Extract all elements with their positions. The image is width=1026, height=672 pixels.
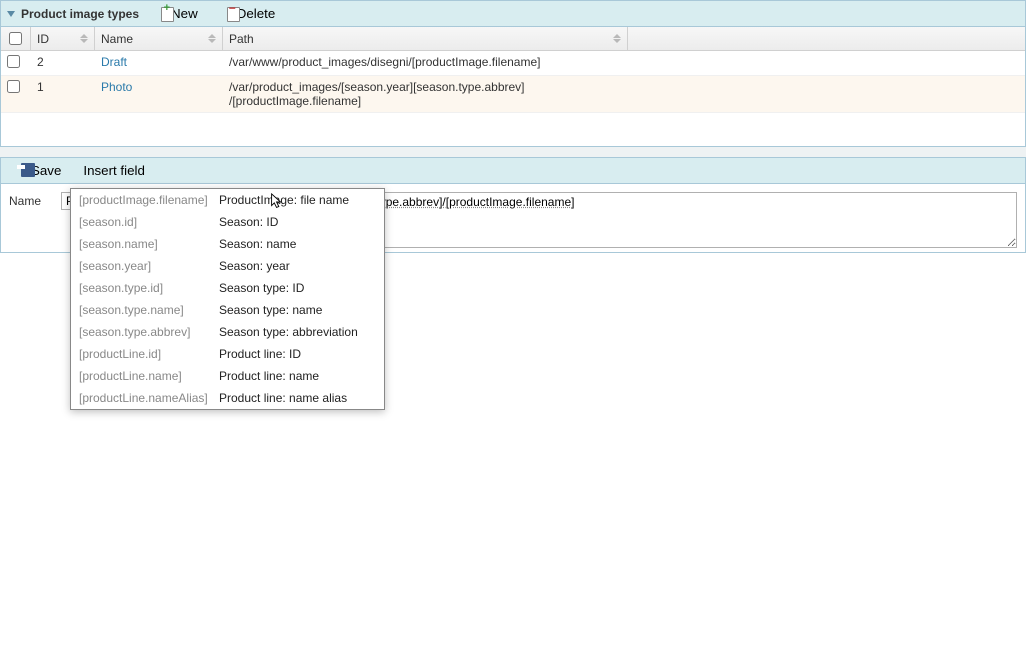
dropdown-description: Product line: name: [219, 368, 319, 384]
insert-field-dropdown[interactable]: [productImage.filename]ProductImage: fil…: [70, 188, 385, 410]
panel-title: Product image types: [21, 7, 139, 21]
row-name-link[interactable]: Photo: [95, 76, 223, 112]
select-all-checkbox[interactable]: [9, 32, 22, 45]
bottom-toolbar: Save Insert field: [1, 158, 1025, 184]
dropdown-description: ProductImage: file name: [219, 192, 349, 208]
table-row[interactable]: 2Draft/var/www/product_images/disegni/[p…: [1, 51, 1025, 76]
dropdown-item[interactable]: [productLine.name]Product line: name: [71, 365, 384, 387]
top-toolbar: Product image types New Delete: [1, 1, 1025, 27]
header-name-label: Name: [101, 32, 133, 46]
panel-title-wrap[interactable]: Product image types: [7, 7, 139, 21]
dropdown-item[interactable]: [season.type.name]Season type: name: [71, 299, 384, 321]
dropdown-token: [season.type.id]: [79, 280, 219, 296]
panel-gap: [0, 147, 1026, 157]
dropdown-token: [productImage.filename]: [79, 192, 219, 208]
grid-header: ID Name Path: [1, 27, 1025, 51]
row-id: 2: [31, 51, 95, 75]
dropdown-description: Season: name: [219, 236, 296, 252]
header-path-label: Path: [229, 32, 254, 46]
dropdown-description: Season type: name: [219, 302, 322, 318]
dropdown-description: Product line: name alias: [219, 390, 347, 406]
dropdown-token: [season.type.name]: [79, 302, 219, 318]
header-name[interactable]: Name: [95, 27, 223, 50]
dropdown-item[interactable]: [productLine.id]Product line: ID: [71, 343, 384, 365]
dropdown-token: [season.type.abbrev]: [79, 324, 219, 340]
collapse-icon: [7, 11, 15, 17]
row-name-link[interactable]: Draft: [95, 51, 223, 75]
row-checkbox-cell[interactable]: [1, 76, 31, 112]
row-path: /var/www/product_images/disegni/[product…: [223, 51, 628, 75]
table-row[interactable]: 1Photo/var/product_images/[season.year][…: [1, 76, 1025, 113]
dropdown-item[interactable]: [season.type.id]Season type: ID: [71, 277, 384, 299]
header-filler: [628, 27, 1025, 50]
dropdown-token: [season.name]: [79, 236, 219, 252]
new-label: New: [171, 6, 198, 21]
header-path[interactable]: Path: [223, 27, 628, 50]
dropdown-item[interactable]: [productImage.filename]ProductImage: fil…: [71, 189, 384, 211]
delete-label: Delete: [237, 6, 276, 21]
row-id: 1: [31, 76, 95, 112]
dropdown-description: Season type: ID: [219, 280, 304, 296]
save-button[interactable]: Save: [7, 160, 68, 181]
dropdown-item[interactable]: [season.year]Season: year: [71, 255, 384, 277]
product-image-types-panel: Product image types New Delete ID Name P…: [0, 0, 1026, 147]
dropdown-token: [productLine.id]: [79, 346, 219, 362]
dropdown-token: [productLine.name]: [79, 368, 219, 384]
dropdown-item[interactable]: [season.type.abbrev]Season type: abbrevi…: [71, 321, 384, 343]
header-id-label: ID: [37, 32, 49, 46]
dropdown-description: Product line: ID: [219, 346, 301, 362]
sort-icon: [613, 34, 621, 43]
new-icon: [154, 6, 168, 21]
sort-icon: [208, 34, 216, 43]
grid-body: 2Draft/var/www/product_images/disegni/[p…: [1, 51, 1025, 146]
path-textarea[interactable]: [312, 192, 1017, 248]
header-id[interactable]: ID: [31, 27, 95, 50]
insert-field-button[interactable]: Insert field: [76, 160, 152, 181]
delete-icon: [220, 6, 234, 21]
dropdown-token: [productLine.nameAlias]: [79, 390, 219, 406]
header-checkbox-cell[interactable]: [1, 27, 31, 50]
dropdown-item[interactable]: [season.name]Season: name: [71, 233, 384, 255]
dropdown-description: Season: year: [219, 258, 290, 274]
dropdown-token: [season.id]: [79, 214, 219, 230]
save-icon: [14, 163, 28, 178]
dropdown-description: Season: ID: [219, 214, 278, 230]
row-checkbox[interactable]: [7, 55, 20, 68]
dropdown-item[interactable]: [productLine.nameAlias]Product line: nam…: [71, 387, 384, 409]
delete-button[interactable]: Delete: [213, 3, 283, 24]
dropdown-description: Season type: abbreviation: [219, 324, 358, 340]
save-label: Save: [31, 163, 61, 178]
row-checkbox-cell[interactable]: [1, 51, 31, 75]
name-label: Name: [9, 192, 53, 248]
new-button[interactable]: New: [147, 3, 205, 24]
dropdown-item[interactable]: [season.id]Season: ID: [71, 211, 384, 233]
row-path: /var/product_images/[season.year][season…: [223, 76, 628, 112]
row-checkbox[interactable]: [7, 80, 20, 93]
sort-icon: [80, 34, 88, 43]
dropdown-token: [season.year]: [79, 258, 219, 274]
insert-field-label: Insert field: [83, 163, 145, 178]
